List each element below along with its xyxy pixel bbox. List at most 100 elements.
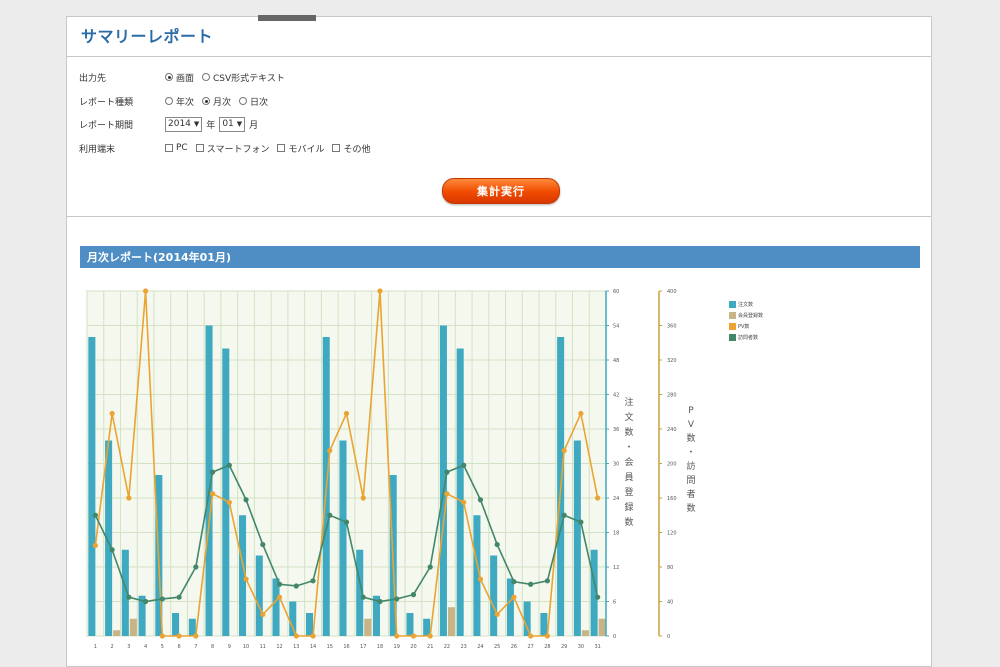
- right-axis-tick-label: 400: [667, 289, 677, 295]
- right-axis-title-char: P: [688, 406, 694, 416]
- report-type-daily-radio[interactable]: 日次: [239, 95, 268, 108]
- right-axis-title-char: 者: [686, 489, 695, 500]
- x-tick-label: 4: [144, 644, 147, 650]
- report-type-yearly-radio[interactable]: 年次: [165, 95, 194, 108]
- point-visitors: [92, 512, 98, 518]
- device-smartphone-checkbox[interactable]: スマートフォン: [195, 142, 269, 155]
- point-visitors: [159, 596, 165, 602]
- output-screen-radio[interactable]: 画面: [165, 71, 194, 84]
- point-visitors: [461, 462, 467, 468]
- bar-orders: [255, 555, 263, 636]
- point-pageviews: [494, 611, 500, 618]
- point-pageviews: [226, 499, 232, 505]
- tab-indicator: [258, 15, 316, 21]
- x-tick-label: 5: [161, 644, 164, 650]
- run-report-button[interactable]: 集計実行: [442, 178, 560, 204]
- report-type-monthly-radio[interactable]: 月次: [202, 95, 231, 108]
- right-axis-tick-label: 280: [667, 393, 677, 399]
- x-tick-label: 16: [343, 644, 349, 650]
- month-select[interactable]: 01 ▼: [219, 116, 246, 132]
- report-title: 月次レポート(2014年01月): [80, 246, 920, 268]
- point-pageviews: [595, 495, 601, 501]
- bar-orders: [523, 601, 531, 636]
- point-pageviews: [394, 633, 400, 639]
- point-visitors: [595, 594, 601, 600]
- legend-label: 会員登録数: [738, 313, 764, 319]
- left-axis-title-char: 数: [624, 426, 633, 438]
- right-axis-title-char: 問: [686, 475, 695, 486]
- device-other-checkbox[interactable]: その他: [332, 142, 370, 155]
- chart-legend: 注文数 会員登録数 PV数 訪問者数: [729, 299, 779, 343]
- summary-report-panel: サマリーレポート 出力先 画面 CSV形式テキスト レポート種類 年次 月次 日…: [66, 16, 932, 667]
- point-visitors: [343, 519, 350, 525]
- point-pageviews: [142, 288, 149, 294]
- device-pc-checkbox[interactable]: PC: [165, 143, 188, 153]
- point-visitors: [209, 469, 216, 475]
- point-visitors: [394, 596, 400, 602]
- bar-orders: [172, 613, 180, 636]
- x-tick-label: 26: [511, 644, 517, 650]
- point-visitors: [142, 598, 149, 605]
- left-axis-tick-label: 54: [613, 324, 619, 330]
- x-tick-label: 28: [544, 644, 550, 650]
- bar-orders: [490, 555, 498, 636]
- bar-registrations: [581, 630, 589, 636]
- bar-orders: [506, 578, 514, 636]
- point-visitors: [176, 594, 182, 600]
- period-label: レポート期間: [79, 120, 134, 131]
- point-pageviews: [528, 633, 534, 639]
- left-axis-tick-label: 18: [613, 531, 619, 537]
- point-visitors: [243, 497, 249, 503]
- point-visitors: [410, 592, 417, 598]
- x-tick-label: 10: [243, 644, 249, 650]
- monthly-report-chart: 1 2 3 4 5 6 7 8 9 10 11 12 13 14 15 16 17 18 19 20 21 22 23 24 2…: [86, 288, 696, 650]
- point-pageviews: [477, 576, 484, 582]
- right-axis-tick-label: 40: [667, 600, 673, 606]
- x-tick-label: 15: [327, 644, 333, 650]
- point-pageviews: [578, 410, 584, 417]
- output-csv-radio[interactable]: CSV形式テキスト: [202, 71, 285, 84]
- x-tick-label: 23: [461, 644, 467, 650]
- year-select[interactable]: 2014 ▼: [165, 116, 203, 132]
- year-unit: 年: [206, 120, 216, 131]
- legend-label: 訪問者数: [738, 335, 759, 341]
- point-visitors: [544, 578, 551, 584]
- legend-swatch: [729, 301, 736, 308]
- x-tick-label: 6: [177, 644, 180, 650]
- point-visitors: [561, 512, 567, 518]
- left-axis-tick-label: 6: [613, 600, 616, 606]
- left-axis-title-char: 登: [624, 487, 633, 498]
- left-axis-tick-label: 0: [613, 634, 616, 640]
- left-axis-tick-label: 48: [613, 358, 619, 364]
- bar-orders: [305, 613, 314, 636]
- point-pageviews: [176, 633, 182, 639]
- point-visitors: [477, 497, 484, 503]
- x-tick-label: 2: [111, 644, 114, 650]
- x-tick-label: 9: [228, 644, 231, 650]
- point-pageviews: [444, 491, 450, 497]
- device-mobile-checkbox[interactable]: モバイル: [277, 142, 324, 155]
- x-tick-label: 8: [211, 644, 214, 650]
- point-visitors: [528, 581, 534, 587]
- left-axis-tick-label: 36: [613, 427, 619, 433]
- bar-orders: [339, 440, 347, 636]
- x-tick-label: 13: [293, 644, 299, 650]
- bar-registrations: [447, 607, 455, 636]
- point-pageviews: [260, 611, 266, 618]
- bar-orders: [222, 348, 230, 636]
- point-visitors: [578, 519, 584, 525]
- right-axis-title-char: 訪: [686, 460, 695, 472]
- bar-orders: [540, 613, 548, 636]
- bar-registrations: [129, 618, 137, 636]
- bar-registrations: [364, 618, 372, 636]
- point-visitors: [427, 564, 433, 570]
- x-tick-label: 22: [444, 644, 450, 650]
- x-tick-label: 30: [578, 644, 584, 650]
- x-tick-label: 14: [310, 644, 316, 650]
- point-visitors: [126, 594, 132, 600]
- legend-item: 注文数: [729, 299, 779, 310]
- right-axis-tick-label: 240: [667, 427, 677, 433]
- page-title: サマリーレポート: [81, 27, 214, 46]
- x-tick-label: 24: [477, 644, 483, 650]
- device-label: 利用端末: [79, 144, 116, 155]
